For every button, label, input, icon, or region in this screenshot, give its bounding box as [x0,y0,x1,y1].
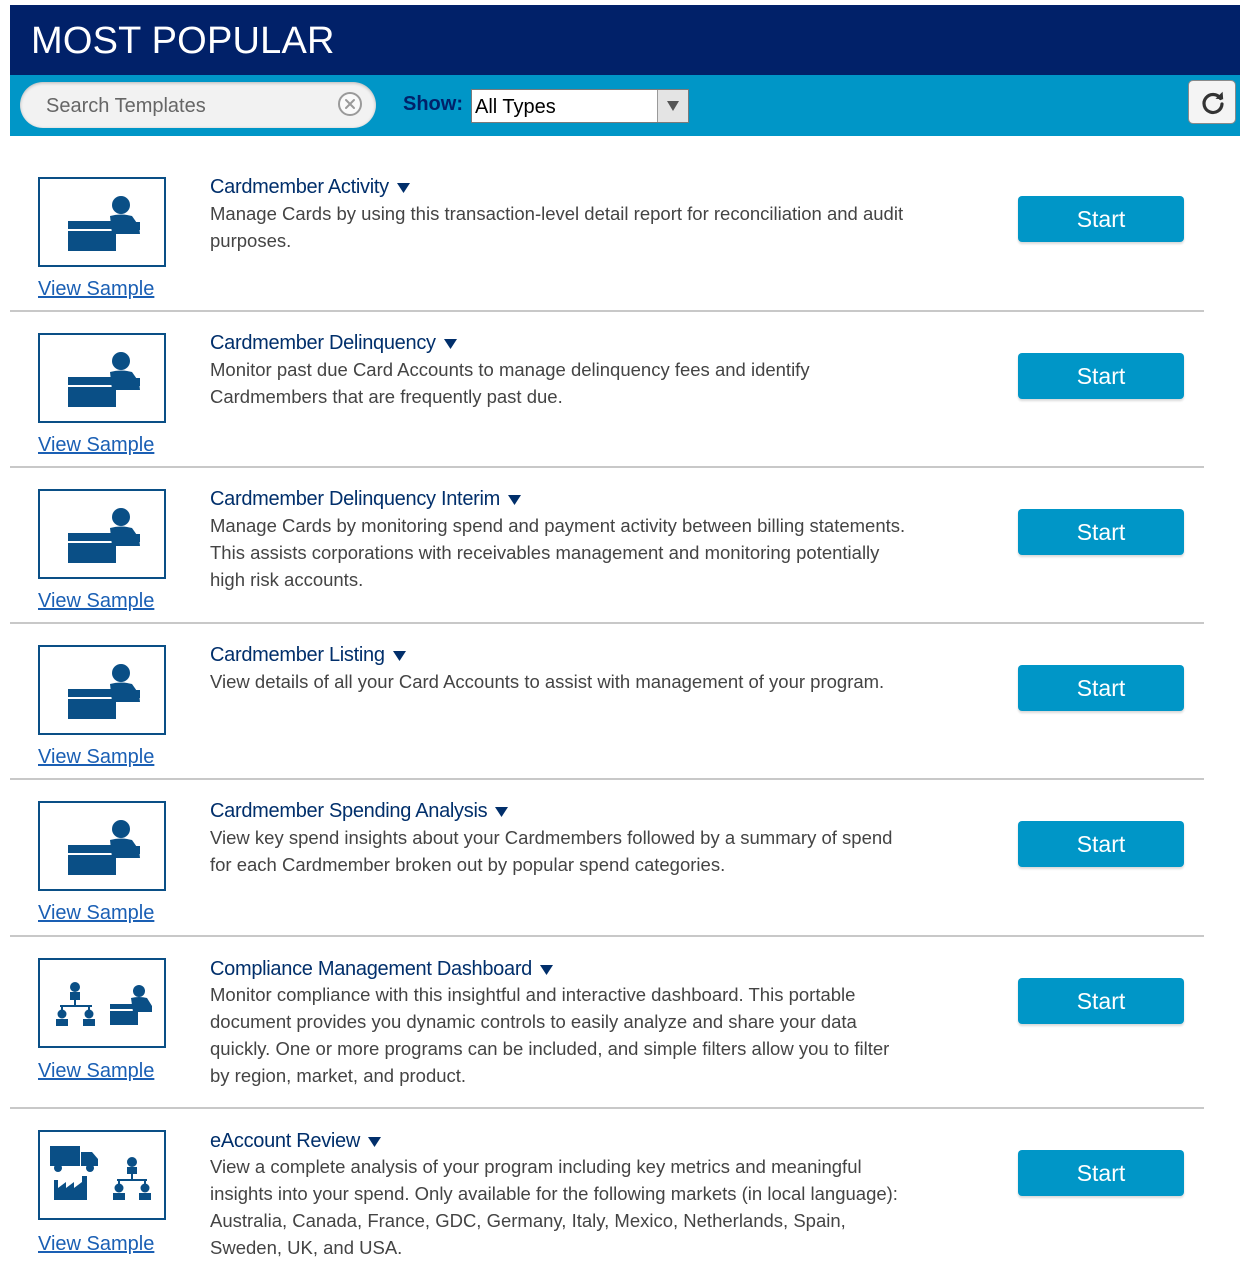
truck-factory-org-icon [38,1130,166,1220]
template-title-text: Compliance Management Dashboard [210,958,532,980]
type-filter-value: All Types [475,96,556,118]
template-row: View Sample Cardmember Activity Manage Car… [10,160,1204,312]
start-button[interactable]: Start [1018,353,1184,399]
template-title[interactable]: Cardmember Delinquency Interim [210,488,522,511]
show-label: Show: [403,93,463,115]
search-box[interactable] [20,82,376,128]
page-title: MOST POPULAR [31,20,335,62]
template-description: View details of all your Card Accounts t… [210,671,885,692]
search-input[interactable] [46,94,316,118]
refresh-button[interactable] [1188,80,1236,124]
template-title-text: Cardmember Listing [210,644,385,666]
template-row: View Sample Cardmember Delinquency Monitor… [10,312,1204,468]
view-sample-link[interactable]: View Sample [38,1233,154,1256]
template-description: View a complete analysis of your program… [210,1156,898,1258]
view-sample-link[interactable]: View Sample [38,902,154,925]
caret-down-icon[interactable] [368,1136,382,1147]
template-description: Monitor compliance with this insightful … [210,984,890,1086]
caret-down-icon[interactable] [443,338,457,349]
start-button[interactable]: Start [1018,1150,1184,1196]
cardmember-card-icon [38,333,166,423]
template-description: Monitor past due Card Accounts to manage… [210,359,810,407]
page-header: MOST POPULAR [10,5,1240,75]
start-button[interactable]: Start [1018,821,1184,867]
template-title[interactable]: Cardmember Activity [210,176,410,199]
template-row: View Sample Compliance Management Dashboa… [10,937,1204,1109]
template-title[interactable]: eAccount Review [210,1130,382,1153]
caret-down-icon[interactable] [495,806,509,817]
view-sample-link[interactable]: View Sample [38,590,154,613]
org-chart-cardmember-icon [38,958,166,1048]
template-description: Manage Cards by using this transaction-l… [210,203,904,251]
start-button[interactable]: Start [1018,196,1184,242]
template-title[interactable]: Cardmember Spending Analysis [210,800,509,823]
template-row: View Sample Cardmember Spending Analysis V… [10,780,1204,937]
start-button[interactable]: Start [1018,978,1184,1024]
cardmember-card-icon [38,801,166,891]
template-description: Manage Cards by monitoring spend and pay… [210,515,906,590]
template-title-text: eAccount Review [210,1130,361,1152]
template-title-text: Cardmember Delinquency [210,332,436,354]
start-button[interactable]: Start [1018,509,1184,555]
template-row: View Sample Cardmember Listing View detail… [10,624,1204,780]
template-title-text: Cardmember Delinquency Interim [210,488,501,510]
refresh-icon [1202,91,1224,115]
template-title[interactable]: Cardmember Listing [210,644,406,667]
dropdown-arrow-icon[interactable] [657,90,688,122]
template-row: View Sample Cardmember Delinquency Interi… [10,468,1204,624]
start-button[interactable]: Start [1018,665,1184,711]
toolbar: Show: All Types [10,75,1240,136]
cardmember-card-icon [38,489,166,579]
caret-down-icon[interactable] [540,964,553,975]
clear-icon[interactable] [338,92,362,116]
view-sample-link[interactable]: View Sample [38,1060,154,1083]
cardmember-card-icon [38,177,166,267]
template-row: View Sample eAccount Review View a complet… [10,1109,1204,1277]
cardmember-card-icon [38,645,166,735]
view-sample-link[interactable]: View Sample [38,278,154,301]
template-title[interactable]: Compliance Management Dashboard [210,958,553,981]
view-sample-link[interactable]: View Sample [38,434,154,457]
caret-down-icon[interactable] [392,650,406,661]
caret-down-icon[interactable] [396,182,410,193]
view-sample-link[interactable]: View Sample [38,746,154,769]
type-filter-select[interactable]: All Types [471,89,689,123]
caret-down-icon[interactable] [508,494,522,505]
template-description: View key spend insights about your Cardm… [210,827,893,875]
template-title-text: Cardmember Activity [210,176,389,198]
template-title-text: Cardmember Spending Analysis [210,800,488,822]
template-title[interactable]: Cardmember Delinquency [210,332,457,355]
